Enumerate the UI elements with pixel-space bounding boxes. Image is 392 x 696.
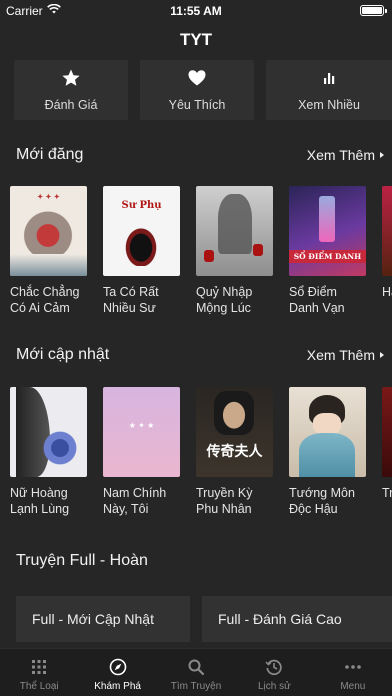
status-bar: Carrier 11:55 AM	[0, 0, 392, 22]
chevron-right-icon	[380, 152, 384, 158]
book-item[interactable]: Tro	[382, 387, 392, 527]
tab-explore[interactable]: Khám Phá	[78, 649, 156, 696]
book-cover: Sư Phụ	[103, 186, 180, 276]
rating-label: Đánh Giá	[44, 98, 98, 112]
book-title: Tướng Môn Độc Hậu	[289, 486, 355, 516]
book-item[interactable]: ★ ✦ ★ Nam Chính Này, Tôi Khô...	[103, 387, 180, 527]
chevron-right-icon	[380, 352, 384, 358]
more-label: Xem Thêm	[306, 147, 375, 163]
bar-chart-icon	[324, 73, 335, 84]
book-item[interactable]: Tướng Môn Độc Hậu	[289, 387, 366, 527]
full-section-title: Truyện Full - Hoàn	[16, 552, 148, 569]
book-title: Quỷ Nhập Mộng Lúc N...	[196, 285, 253, 315]
book-title: Chắc Chẳng Có Ai Cảm T...	[10, 285, 80, 315]
book-item[interactable]: ✦ ✦ ✦ Chắc Chẳng Có Ai Cảm T...	[10, 186, 87, 326]
history-icon	[265, 659, 283, 676]
book-cover: ★ ✦ ★	[103, 387, 180, 477]
book-item[interactable]: Nữ Hoàng Lạnh Lùng	[10, 387, 87, 527]
heart-icon	[188, 70, 206, 86]
book-item[interactable]: 传奇夫人 Truyền Kỳ Phu Nhân	[196, 387, 273, 527]
page-title: TYT	[179, 30, 213, 49]
book-cover	[10, 387, 87, 477]
tab-history[interactable]: Lịch sử	[235, 649, 313, 696]
more-dots-icon	[345, 665, 361, 669]
search-icon	[188, 659, 205, 676]
book-cover	[382, 387, 392, 477]
cover-title-text: 传奇夫人	[206, 444, 263, 460]
tab-menu[interactable]: Menu	[314, 649, 392, 696]
tab-bar: Thể Loại Khám Phá Tìm Truyện Lịch sử Men…	[0, 648, 392, 696]
tab-label: Khám Phá	[94, 681, 141, 692]
book-title: Nữ Hoàng Lạnh Lùng	[10, 486, 70, 516]
full-latest-button[interactable]: Full - Mới Cập Nhật	[16, 596, 190, 642]
full-top-rated-button[interactable]: Full - Đánh Giá Cao	[202, 596, 392, 642]
new-books-list: ✦ ✦ ✦ Chắc Chẳng Có Ai Cảm T... Sư Phụ T…	[10, 186, 392, 326]
star-icon	[62, 69, 80, 86]
full-section-buttons: Full - Mới Cập Nhật Full - Đánh Giá Cao	[16, 596, 392, 642]
quick-actions: Đánh Giá Yêu Thích Xem Nhiều	[14, 60, 392, 120]
book-title: Tro	[382, 486, 392, 500]
section-new-more-link[interactable]: Xem Thêm	[307, 147, 384, 163]
favorite-label: Yêu Thích	[168, 98, 226, 112]
book-title: Hả Điể	[382, 285, 392, 299]
book-cover	[289, 387, 366, 477]
section-updated-header: Mới cập nhật Xem Thêm	[16, 346, 384, 364]
book-cover: 传奇夫人	[196, 387, 273, 477]
most-viewed-label: Xem Nhiều	[298, 98, 360, 112]
book-cover: SỔ ĐIỂM DANH	[289, 186, 366, 276]
book-title: Sổ Điểm Danh Vạn Giới	[289, 285, 345, 315]
tab-label: Thể Loại	[19, 681, 59, 692]
compass-icon	[109, 658, 126, 676]
cover-title-text: SỔ ĐIỂM DANH	[289, 250, 366, 263]
clock: 11:55 AM	[170, 4, 222, 18]
section-updated-more-link[interactable]: Xem Thêm	[307, 347, 384, 363]
book-item[interactable]: Quỷ Nhập Mộng Lúc N...	[196, 186, 273, 326]
book-title: Nam Chính Này, Tôi Khô...	[103, 486, 167, 516]
updated-books-list: Nữ Hoàng Lạnh Lùng ★ ✦ ★ Nam Chính Này, …	[10, 387, 392, 527]
more-label: Xem Thêm	[306, 347, 375, 363]
tab-search[interactable]: Tìm Truyện	[157, 649, 235, 696]
book-cover	[382, 186, 392, 276]
rating-button[interactable]: Đánh Giá	[14, 60, 128, 120]
book-cover	[196, 186, 273, 276]
book-title: Truyền Kỳ Phu Nhân	[196, 486, 253, 516]
tab-label: Lịch sử	[258, 681, 291, 692]
most-viewed-button[interactable]: Xem Nhiều	[266, 60, 392, 120]
tab-label: Menu	[340, 681, 366, 692]
tab-label: Tìm Truyện	[170, 681, 222, 692]
book-title: Ta Có Rất Nhiều Sư Phụ	[103, 285, 159, 315]
tab-categories[interactable]: Thể Loại	[0, 649, 78, 696]
favorite-button[interactable]: Yêu Thích	[140, 60, 254, 120]
grid-icon	[32, 660, 47, 674]
section-updated-title: Mới cập nhật	[16, 346, 110, 363]
book-item[interactable]: SỔ ĐIỂM DANH Sổ Điểm Danh Vạn Giới	[289, 186, 366, 326]
battery-icon	[360, 5, 387, 16]
book-item[interactable]: Sư Phụ Ta Có Rất Nhiều Sư Phụ	[103, 186, 180, 326]
section-new-title: Mới đăng	[16, 146, 84, 163]
book-item[interactable]: Hả Điể	[382, 186, 392, 326]
book-cover: ✦ ✦ ✦	[10, 186, 87, 276]
section-new-header: Mới đăng Xem Thêm	[16, 146, 384, 164]
